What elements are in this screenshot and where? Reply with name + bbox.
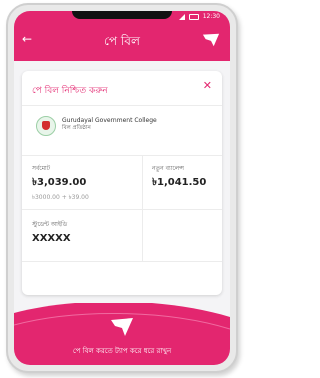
- page-title: পে বিল: [104, 34, 140, 48]
- new-balance-value: ৳1,041.50: [152, 177, 207, 188]
- divider: [22, 105, 222, 106]
- total-breakdown: ৳3000.00 + ৳39.00: [32, 194, 89, 201]
- biller-subtitle: বিল প্রতিষ্ঠান: [62, 125, 91, 131]
- biller-name: Gurudayal Government College: [62, 117, 157, 124]
- app-screen: 12:30 ← পে বিল পে বিল নিশ্চিত করুন ✕ Gur…: [14, 11, 230, 365]
- signal-icon: [178, 13, 185, 20]
- reference-value: XXXXX: [32, 233, 71, 244]
- close-icon[interactable]: ✕: [203, 79, 212, 92]
- divider: [142, 155, 143, 261]
- divider: [22, 155, 222, 156]
- total-label: সর্বমোট: [32, 165, 51, 172]
- phone-notch: [72, 11, 172, 19]
- biller-logo-icon: [36, 116, 56, 136]
- bkash-bird-icon: [202, 33, 220, 47]
- confirm-title: পে বিল নিশ্চিত করুন: [32, 86, 108, 96]
- confirmation-card: পে বিল নিশ্চিত করুন ✕ Gurudayal Governme…: [22, 71, 222, 295]
- divider: [22, 261, 222, 262]
- divider: [22, 209, 222, 210]
- app-header: 12:30 ← পে বিল: [14, 11, 230, 61]
- battery-icon: [188, 13, 199, 20]
- reference-label: স্টুডেন্ট আইডি: [32, 221, 68, 228]
- new-balance-label: নতুন ব্যালেন্স: [152, 165, 184, 172]
- total-value: ৳3,039.00: [32, 177, 87, 188]
- status-bar: 12:30: [178, 13, 220, 20]
- status-time: 12:30: [202, 13, 220, 20]
- bkash-bird-icon: [111, 318, 133, 336]
- tap-hold-hint: পে বিল করতে ট্যাপ করে ধরে রাখুন: [72, 347, 172, 355]
- phone-frame: 12:30 ← পে বিল পে বিল নিশ্চিত করুন ✕ Gur…: [6, 3, 238, 373]
